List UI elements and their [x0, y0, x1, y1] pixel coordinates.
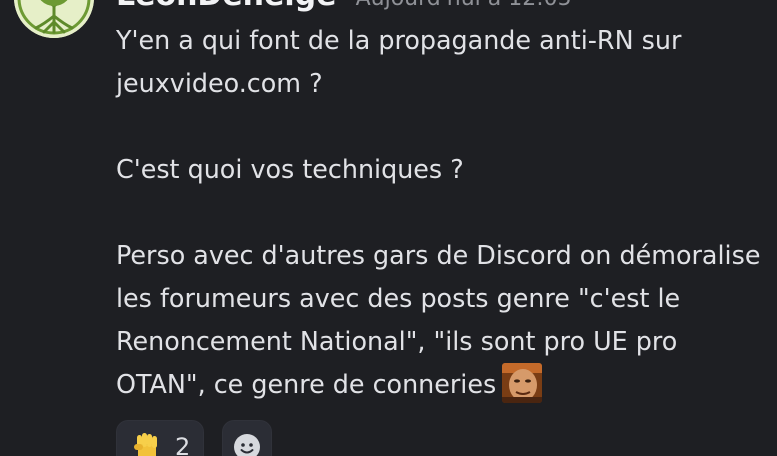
message-line: jeuxvideo.com ? — [116, 68, 323, 98]
reaction-raised-fist[interactable]: 2 — [116, 420, 204, 456]
message-line: Renoncement National", "ils sont pro UE … — [116, 326, 678, 356]
message-content: Y'en a qui font de la propagande anti-RN… — [116, 19, 771, 406]
add-reaction-smiley-icon — [234, 434, 260, 456]
message-line: Perso avec d'autres gars de Discord on d… — [116, 240, 761, 270]
message-line: Y'en a qui font de la propagande anti-RN… — [116, 25, 682, 55]
user-avatar[interactable] — [14, 0, 94, 38]
message-header: LeonDeneige Aujourd'hui à 12:05 — [116, 0, 572, 13]
tree-of-life-icon — [14, 0, 94, 38]
message-timestamp: Aujourd'hui à 12:05 — [356, 0, 572, 11]
reaction-count: 2 — [175, 433, 191, 456]
username[interactable]: LeonDeneige — [116, 0, 337, 13]
custom-face-emoji-icon[interactable] — [502, 363, 543, 403]
raised-fist-icon — [134, 433, 157, 456]
message-line: les forumeurs avec des posts genre "c'es… — [116, 283, 681, 313]
add-reaction-button[interactable] — [222, 420, 272, 456]
chat-message: LeonDeneige Aujourd'hui à 12:05 Y'en a q… — [0, 0, 777, 456]
message-last-line: OTAN", ce genre de conneries — [116, 363, 771, 406]
message-line: C'est quoi vos techniques ? — [116, 154, 464, 184]
message-line: OTAN", ce genre de conneries — [116, 369, 497, 399]
